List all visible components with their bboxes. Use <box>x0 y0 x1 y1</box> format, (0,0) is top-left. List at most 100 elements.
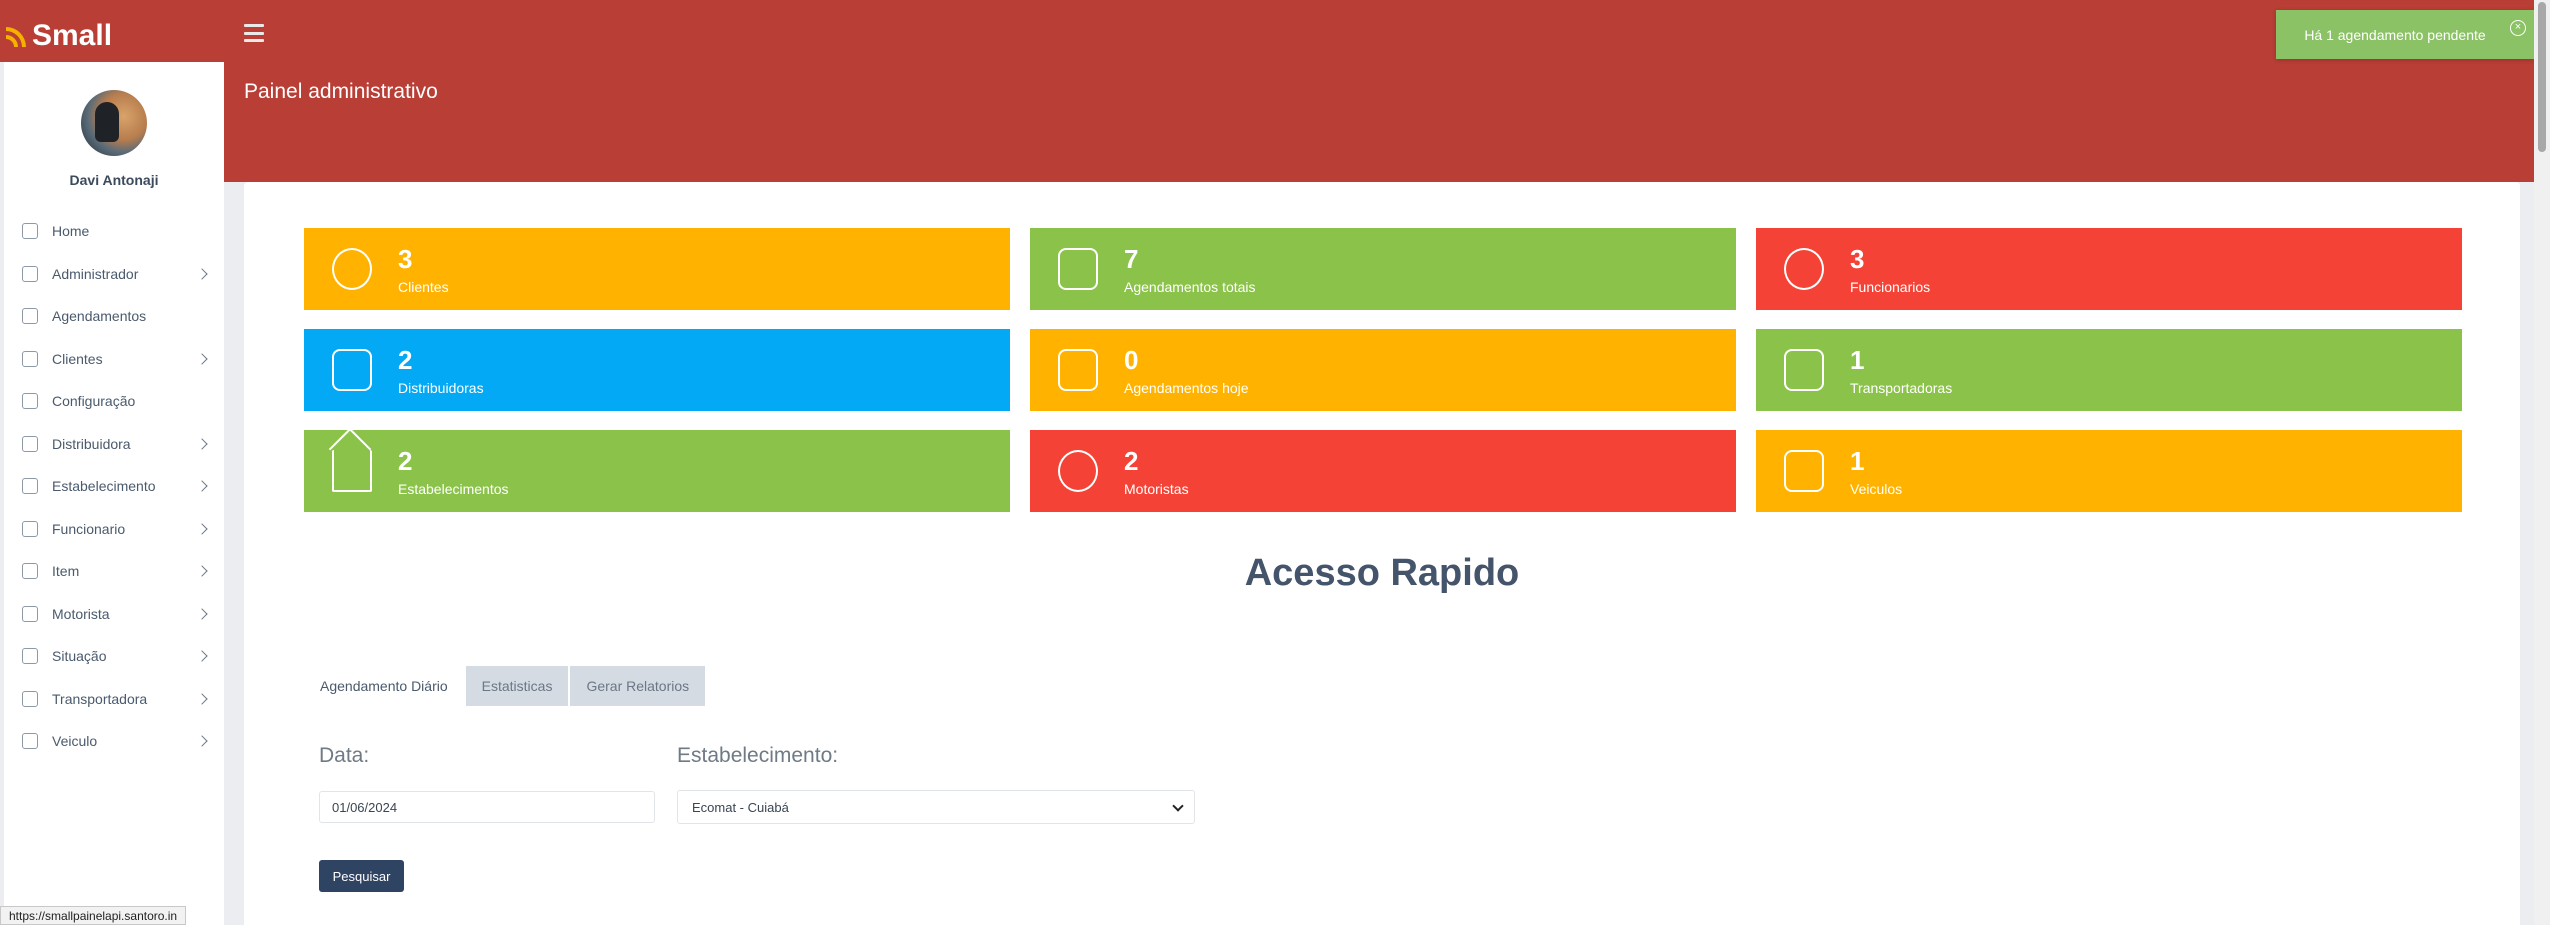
tab-estatisticas[interactable]: Estatisticas <box>465 666 569 706</box>
sidebar-item-label: Item <box>52 563 80 580</box>
sidebar-item-agendamentos[interactable]: Agendamentos <box>4 295 224 338</box>
sidebar-item-veiculo[interactable]: Veiculo <box>4 720 224 763</box>
close-icon[interactable]: × <box>2510 20 2526 36</box>
tab-agendamento-diario[interactable]: Agendamento Diário <box>304 666 464 706</box>
sidebar-item-transportadora[interactable]: Transportadora <box>4 678 224 721</box>
home-icon <box>22 223 38 240</box>
employee-icon <box>1784 248 1824 290</box>
stat-label: Veiculos <box>1850 481 1903 497</box>
stat-label: Agendamentos totais <box>1124 279 1256 295</box>
menu-toggle-icon[interactable] <box>244 24 264 42</box>
app-logo[interactable]: Small <box>6 18 112 54</box>
fuel-pump-icon <box>1058 349 1098 391</box>
stat-card-agendamentos-totais[interactable]: 7 Agendamentos totais <box>1030 228 1736 310</box>
quick-access-title: Acesso Rapido <box>1244 552 1520 594</box>
stat-value: 1 <box>1850 446 1865 476</box>
clientes-icon <box>22 350 38 367</box>
driver-icon <box>1058 450 1098 492</box>
chevron-right-icon <box>196 735 208 747</box>
date-input[interactable] <box>319 791 655 823</box>
quick-access-tabs: Agendamento Diário Estatisticas Gerar Rela… <box>304 666 706 706</box>
stat-value: 3 <box>398 244 413 274</box>
sidebar-item-estabelecimento[interactable]: Estabelecimento <box>4 465 224 508</box>
sidebar-item-label: Estabelecimento <box>52 478 156 495</box>
chevron-down-icon <box>1172 800 1184 812</box>
stat-label: Agendamentos hoje <box>1124 380 1249 396</box>
sidebar-item-label: Configuração <box>52 393 136 410</box>
establishment-select[interactable]: Ecomat - Cuiabá <box>677 790 1195 824</box>
tab-gerar-relatorios[interactable]: Gerar Relatorios <box>570 666 706 706</box>
sidebar-item-label: Funcionario <box>52 520 126 537</box>
stat-value: 7 <box>1124 244 1139 274</box>
sidebar-item-label: Home <box>52 223 90 240</box>
sidebar-item-label: Clientes <box>52 350 103 367</box>
chevron-right-icon <box>196 523 208 535</box>
sidebar: Davi Antonaji Home Administrador Agendamen… <box>4 62 224 925</box>
sidebar-item-funcionario[interactable]: Funcionario <box>4 508 224 551</box>
page-scrollbar[interactable] <box>2534 0 2550 925</box>
stat-card-funcionarios[interactable]: 3 Funcionarios <box>1756 228 2462 310</box>
building-icon <box>1784 349 1824 391</box>
toast-message: Há 1 agendamento pendente <box>2304 26 2486 43</box>
sidebar-item-situacao[interactable]: Situação <box>4 635 224 678</box>
stat-card-agendamentos-hoje[interactable]: 0 Agendamentos hoje <box>1030 329 1736 411</box>
establishment-label: Estabelecimento: <box>677 744 839 767</box>
distribuidora-icon <box>22 435 38 452</box>
stat-label: Transportadoras <box>1850 380 1953 396</box>
funcionario-icon <box>22 520 38 537</box>
stat-label: Clientes <box>398 279 449 295</box>
configuracao-icon <box>22 393 38 410</box>
estabelecimento-icon <box>22 478 38 495</box>
sidebar-item-clientes[interactable]: Clientes <box>4 338 224 381</box>
sidebar-item-label: Transportadora <box>52 690 148 707</box>
stat-card-transportadoras[interactable]: 1 Transportadoras <box>1756 329 2462 411</box>
sidebar-item-distribuidora[interactable]: Distribuidora <box>4 423 224 466</box>
stat-label: Estabelecimentos <box>398 481 509 497</box>
chevron-right-icon <box>196 438 208 450</box>
stat-card-clientes[interactable]: 3 Clientes <box>304 228 1010 310</box>
stat-value: 2 <box>398 446 413 476</box>
stat-label: Motoristas <box>1124 481 1189 497</box>
top-header <box>0 0 2550 62</box>
stat-card-estabelecimentos[interactable]: 2 Estabelecimentos <box>304 430 1010 512</box>
building-icon <box>332 349 372 391</box>
main-panel: 3 Clientes 7 Agendamentos totais 3 Funcionari… <box>244 182 2520 925</box>
stat-card-motoristas[interactable]: 2 Motoristas <box>1030 430 1736 512</box>
veiculo-icon <box>22 733 38 750</box>
date-label: Data: <box>319 744 370 767</box>
user-name: Davi Antonaji <box>69 172 159 188</box>
administrador-icon <box>22 265 38 282</box>
sidebar-item-motorista[interactable]: Motorista <box>4 593 224 636</box>
sidebar-item-home[interactable]: Home <box>4 210 224 253</box>
stat-label: Distribuidoras <box>398 380 484 396</box>
sidebar-item-item[interactable]: Item <box>4 550 224 593</box>
app-logo-text: Small <box>32 19 113 52</box>
signal-logo-icon <box>6 25 28 47</box>
chevron-right-icon <box>196 565 208 577</box>
stat-card-distribuidoras[interactable]: 2 Distribuidoras <box>304 329 1010 411</box>
customer-icon <box>332 248 372 290</box>
search-button[interactable]: Pesquisar <box>319 860 404 892</box>
chevron-right-icon <box>196 480 208 492</box>
avatar[interactable] <box>81 90 147 156</box>
fuel-pump-icon <box>1058 248 1098 290</box>
establishment-selected-value: Ecomat - Cuiabá <box>692 799 789 815</box>
item-icon <box>22 563 38 580</box>
sidebar-nav: Home Administrador Agendamentos Clientes Con… <box>4 210 224 763</box>
sidebar-item-label: Agendamentos <box>52 308 147 325</box>
sidebar-item-administrador[interactable]: Administrador <box>4 253 224 296</box>
chevron-right-icon <box>196 693 208 705</box>
motorista-icon <box>22 605 38 622</box>
notification-toast[interactable]: Há 1 agendamento pendente × <box>2276 10 2534 59</box>
truck-icon <box>1784 450 1824 492</box>
stat-value: 0 <box>1124 345 1139 375</box>
sidebar-item-configuracao[interactable]: Configuração <box>4 380 224 423</box>
stat-card-veiculos[interactable]: 1 Veiculos <box>1756 430 2462 512</box>
stat-value: 1 <box>1850 345 1865 375</box>
stat-label: Funcionarios <box>1850 279 1931 295</box>
house-icon <box>332 450 372 492</box>
scrollbar-thumb[interactable] <box>2538 2 2546 152</box>
sidebar-item-label: Veiculo <box>52 733 98 750</box>
chevron-right-icon <box>196 650 208 662</box>
chevron-right-icon <box>196 268 208 280</box>
